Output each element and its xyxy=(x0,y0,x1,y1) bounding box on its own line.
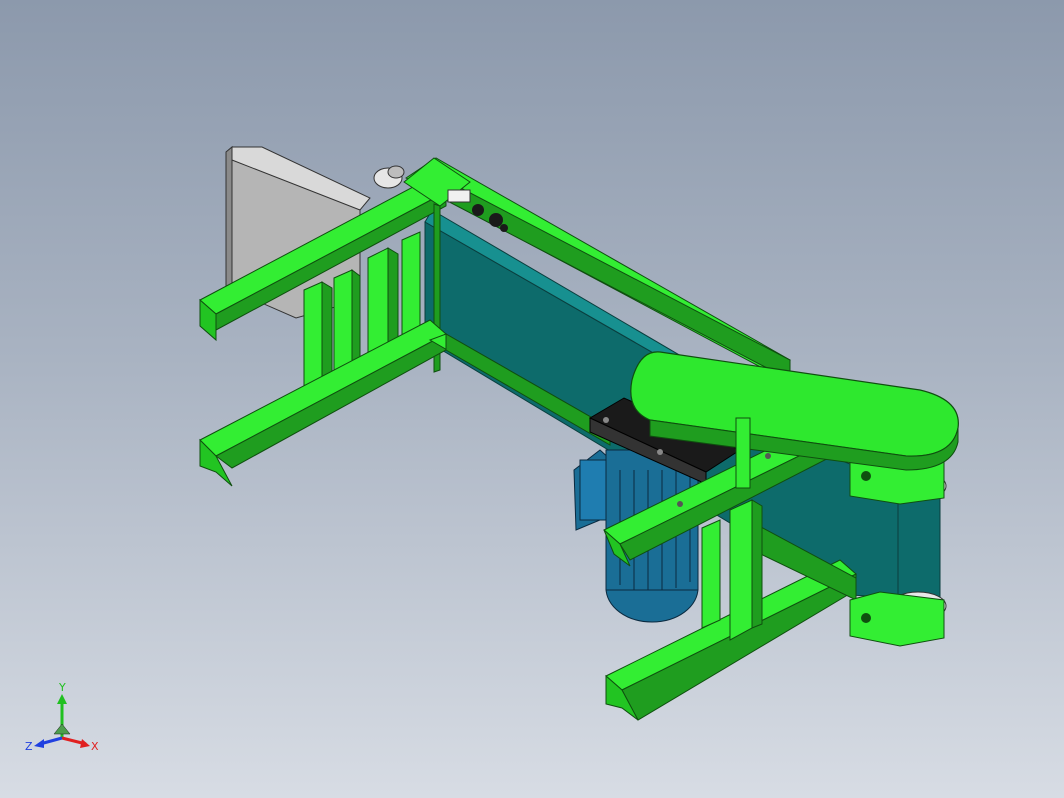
cad-viewport[interactable]: Y X Z xyxy=(0,0,1064,798)
triad-x-label: X xyxy=(91,740,99,753)
triad-origin-icon xyxy=(53,723,71,735)
conveyor-assembly-model[interactable] xyxy=(0,0,1064,798)
triad-z-label: Z xyxy=(25,740,33,753)
triad-z-axis xyxy=(34,736,63,748)
axis-triad: Y X Z xyxy=(25,681,99,753)
triad-y-label: Y xyxy=(58,681,66,694)
triad-x-axis xyxy=(61,736,90,748)
idler-pulley[interactable] xyxy=(373,165,405,189)
